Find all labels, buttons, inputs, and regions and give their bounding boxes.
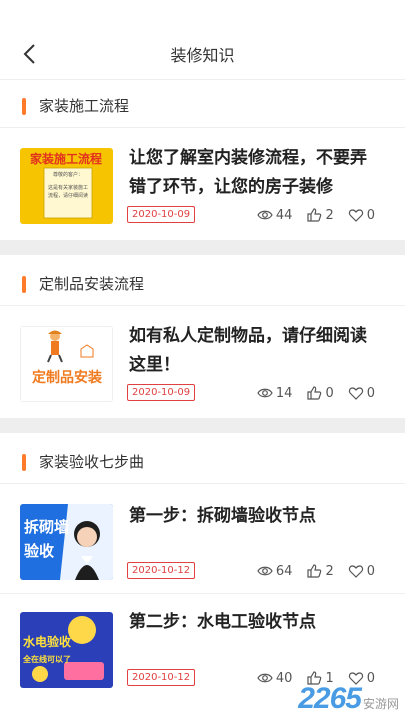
views-count: 40: [275, 670, 293, 686]
likes-stat[interactable]: 2: [306, 563, 334, 579]
favorites-stat[interactable]: 0: [348, 385, 375, 401]
section-accent-bar: [22, 276, 26, 293]
section-title: 定制品安装流程: [39, 275, 145, 293]
section-title: 家装施工流程: [39, 97, 130, 115]
likes-count: 2: [325, 563, 334, 579]
eye-icon: [257, 210, 273, 220]
favorites-stat[interactable]: 0: [348, 563, 375, 579]
svg-text:水电验收: 水电验收: [23, 634, 71, 649]
views-count: 64: [275, 563, 293, 579]
section-header: 家装施工流程: [0, 84, 405, 128]
favorites-count: 0: [366, 385, 375, 401]
date-badge: 2020-10-12: [127, 562, 196, 579]
views-stat: 14: [257, 385, 293, 401]
section-header: 家装验收七步曲: [0, 440, 405, 484]
svg-text:拆砌墙: 拆砌墙: [24, 518, 69, 536]
views-count: 14: [275, 385, 293, 401]
thumbs-up-icon: [307, 386, 322, 400]
article-item[interactable]: 定制品安装 如有私人定制物品，请仔细阅读这里！ 2020-10-09 14 0 …: [0, 306, 405, 406]
page-title: 装修知识: [170, 46, 235, 65]
article-title: 第一步：拆砌墙验收节点: [129, 506, 316, 526]
article-thumbnail: 拆砌墙 验收: [20, 504, 113, 580]
svg-text:家装施工流程: 家装施工流程: [30, 151, 102, 166]
views-count: 44: [275, 207, 293, 223]
thumbs-up-icon: [307, 564, 322, 578]
article-thumbnail: 定制品安装: [20, 326, 113, 402]
svg-text:定制品安装: 定制品安装: [32, 369, 103, 386]
date-badge: 2020-10-09: [127, 384, 196, 401]
likes-stat[interactable]: 0: [306, 385, 334, 401]
svg-text:全在线可以了: 全在线可以了: [22, 654, 71, 664]
svg-text:这是有关家装施工: 这是有关家装施工: [48, 184, 88, 191]
article-thumbnail: 水电验收 全在线可以了: [20, 612, 113, 688]
article-title: 第二步：水电工验收节点: [129, 612, 316, 632]
article-item[interactable]: 拆砌墙 验收 第一步：拆砌墙验收节点 2020-10-12 64 2 0: [0, 484, 405, 594]
likes-stat[interactable]: 2: [306, 207, 334, 223]
heart-icon: [348, 387, 363, 400]
section-accent-bar: [22, 454, 26, 471]
likes-count: 0: [325, 385, 334, 401]
likes-count: 2: [325, 207, 334, 223]
views-stat: 44: [257, 207, 293, 223]
section-title: 家装验收七步曲: [39, 453, 145, 471]
site-watermark: 2265 安游网: [298, 682, 399, 716]
favorites-stat[interactable]: 0: [348, 207, 375, 223]
date-badge: 2020-10-09: [127, 206, 196, 223]
watermark-text: 安游网: [362, 697, 399, 711]
heart-icon: [348, 209, 363, 222]
eye-icon: [257, 388, 273, 398]
heart-icon: [348, 565, 363, 578]
favorites-count: 0: [366, 207, 375, 223]
svg-text:尊敬的客户：: 尊敬的客户：: [53, 171, 83, 178]
article-title: 让您了解室内装修流程，不要弄错了环节，让您的房子装修: [129, 148, 367, 197]
svg-text:流程，请仔细阅读: 流程，请仔细阅读: [48, 192, 88, 199]
article-stats: 64 2 0: [243, 562, 375, 580]
svg-text:验收: 验收: [24, 542, 54, 560]
date-badge: 2020-10-12: [127, 669, 196, 686]
article-item[interactable]: 家装施工流程 尊敬的客户： 这是有关家装施工 流程，请仔细阅读 让您了解室内装修…: [0, 128, 405, 228]
section-gap: [0, 418, 405, 433]
section-gap: [0, 240, 405, 255]
watermark-number: 2265: [298, 682, 362, 715]
views-stat: 64: [257, 563, 293, 579]
thumbs-up-icon: [307, 208, 322, 222]
favorites-count: 0: [366, 563, 375, 579]
article-stats: 44 2 0: [243, 206, 375, 224]
article-thumbnail: 家装施工流程 尊敬的客户： 这是有关家装施工 流程，请仔细阅读: [20, 148, 113, 224]
article-title: 如有私人定制物品，请仔细阅读这里！: [129, 326, 367, 375]
eye-icon: [257, 673, 273, 683]
views-stat: 40: [257, 670, 293, 686]
eye-icon: [257, 566, 273, 576]
section-header: 定制品安装流程: [0, 262, 405, 306]
section-accent-bar: [22, 98, 26, 115]
article-stats: 14 0 0: [243, 384, 375, 402]
top-nav-bar: 装修知识: [0, 0, 405, 80]
